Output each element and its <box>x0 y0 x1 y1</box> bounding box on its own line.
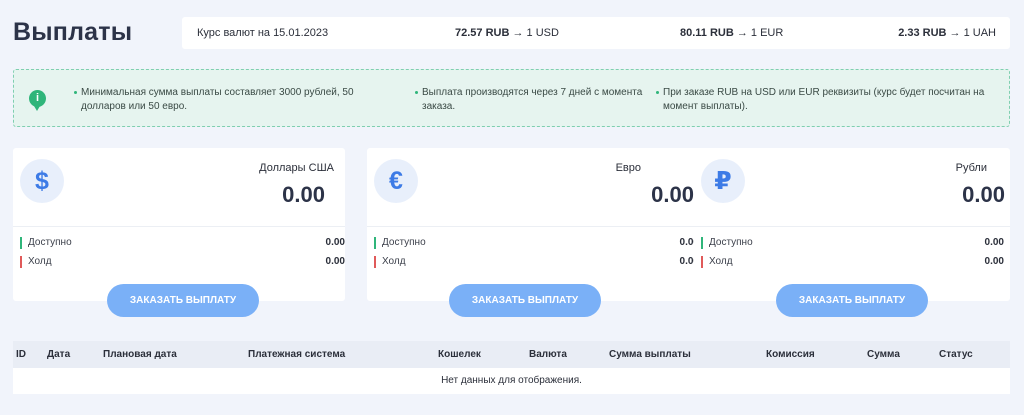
column-header-payout-amount[interactable]: Сумма выплаты <box>609 349 691 360</box>
hold-label: Холд <box>382 256 406 267</box>
ruble-icon: ₽ <box>701 159 745 203</box>
balance-total: 0.00 <box>282 182 325 207</box>
column-header-date[interactable]: Дата <box>47 349 70 360</box>
balance-card-usd: $ Доллары США 0.00 Доступно 0.00 Холд 0.… <box>13 148 345 317</box>
column-header-id[interactable]: ID <box>16 349 26 360</box>
available-row: Доступно 0.00 <box>374 237 699 249</box>
rate-uah-target: → 1 UAH <box>946 27 996 39</box>
info-icon: i <box>29 90 46 111</box>
balance-card-eur: € Евро 0.00 Доступно 0.00 Холд 0.00 ЗАКА… <box>367 148 699 317</box>
column-header-status[interactable]: Статус <box>939 349 973 360</box>
notice-item-payout-delay: Выплата производятся через 7 дней с моме… <box>415 86 645 114</box>
page-title: Выплаты <box>13 18 133 46</box>
available-amount: 0.00 <box>325 237 345 248</box>
rate-eur: 80.11 RUB → 1 EUR <box>680 27 783 39</box>
rate-usd-value: 72.57 RUB <box>455 27 510 39</box>
hold-label: Холд <box>709 256 733 267</box>
available-label: Доступно <box>382 237 426 248</box>
hold-amount: 0.00 <box>984 256 1004 267</box>
rate-usd-target: → 1 USD <box>509 27 559 39</box>
column-header-commission[interactable]: Комиссия <box>766 349 815 360</box>
available-row: Доступно 0.00 <box>701 237 1010 249</box>
rate-uah: 2.33 RUB → 1 UAH <box>898 27 996 39</box>
available-amount: 0.00 <box>984 237 1004 248</box>
euro-icon: € <box>374 159 418 203</box>
column-header-wallet[interactable]: Кошелек <box>438 349 481 360</box>
available-label: Доступно <box>709 237 753 248</box>
divider <box>367 226 699 227</box>
column-header-payment-system[interactable]: Платежная система <box>248 349 345 360</box>
table-empty-row: Нет данных для отображения. <box>13 368 1010 394</box>
rates-date-label: Курс валют на 15.01.2023 <box>197 27 329 39</box>
rate-uah-value: 2.33 RUB <box>898 27 947 39</box>
balance-card-rub: ₽ Рубли 0.00 Доступно 0.00 Холд 0.00 ЗАК… <box>694 148 1010 317</box>
exchange-rates-bar: Курс валют на 15.01.2023 72.57 RUB → 1 U… <box>182 17 1010 49</box>
order-payout-button-usd[interactable]: ЗАКАЗАТЬ ВЫПЛАТУ <box>107 284 259 317</box>
currency-name: Евро <box>615 162 641 174</box>
rate-usd: 72.57 RUB → 1 USD <box>455 27 559 39</box>
balance-total: 0.00 <box>962 182 1005 207</box>
hold-row: Холд 0.00 <box>374 256 699 268</box>
rate-eur-target: → 1 EUR <box>733 27 784 39</box>
hold-row: Холд 0.00 <box>701 256 1010 268</box>
available-label: Доступно <box>28 237 72 248</box>
order-payout-button-rub[interactable]: ЗАКАЗАТЬ ВЫПЛАТУ <box>776 284 928 317</box>
balance-total: 0.00 <box>651 182 694 207</box>
currency-name: Рубли <box>955 162 987 174</box>
hold-label: Холд <box>28 256 52 267</box>
column-header-amount[interactable]: Сумма <box>867 349 900 360</box>
currency-name: Доллары США <box>259 162 334 174</box>
info-notice: i Минимальная сумма выплаты составляет 3… <box>13 69 1010 127</box>
hold-amount: 0.00 <box>325 256 345 267</box>
notice-item-min-amount: Минимальная сумма выплаты составляет 300… <box>74 86 394 114</box>
dollar-icon: $ <box>20 159 64 203</box>
payouts-table-header: ID Дата Плановая дата Платежная система … <box>13 341 1010 368</box>
column-header-currency[interactable]: Валюта <box>529 349 567 360</box>
notice-item-exchange-note: При заказе RUB на USD или EUR реквизиты … <box>656 86 1001 114</box>
divider <box>13 226 345 227</box>
available-row: Доступно 0.00 <box>20 237 345 249</box>
rate-eur-value: 80.11 RUB <box>680 27 734 39</box>
hold-row: Холд 0.00 <box>20 256 345 268</box>
order-payout-button-eur[interactable]: ЗАКАЗАТЬ ВЫПЛАТУ <box>449 284 601 317</box>
divider <box>694 226 1010 227</box>
column-header-planned-date[interactable]: Плановая дата <box>103 349 177 360</box>
